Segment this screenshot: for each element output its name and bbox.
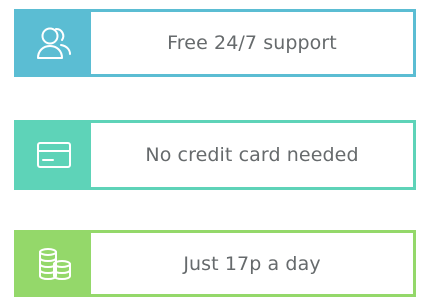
- feature-price: Just 17p a day: [14, 230, 416, 297]
- credit-card-icon: [36, 141, 72, 169]
- feature-icon-box: [17, 123, 91, 187]
- feature-icon-box: [17, 233, 91, 294]
- feature-icon-box: [17, 12, 91, 74]
- coins-stack-icon: [36, 247, 72, 281]
- feature-label: Free 24/7 support: [167, 32, 337, 54]
- feature-label: No credit card needed: [145, 144, 359, 166]
- feature-no-card: No credit card needed: [14, 120, 416, 190]
- feature-label-box: Just 17p a day: [91, 233, 413, 294]
- feature-support: Free 24/7 support: [14, 9, 416, 77]
- feature-label: Just 17p a day: [183, 252, 321, 275]
- support-person-icon: [34, 23, 74, 63]
- feature-label-box: Free 24/7 support: [91, 12, 413, 74]
- feature-label-box: No credit card needed: [91, 123, 413, 187]
